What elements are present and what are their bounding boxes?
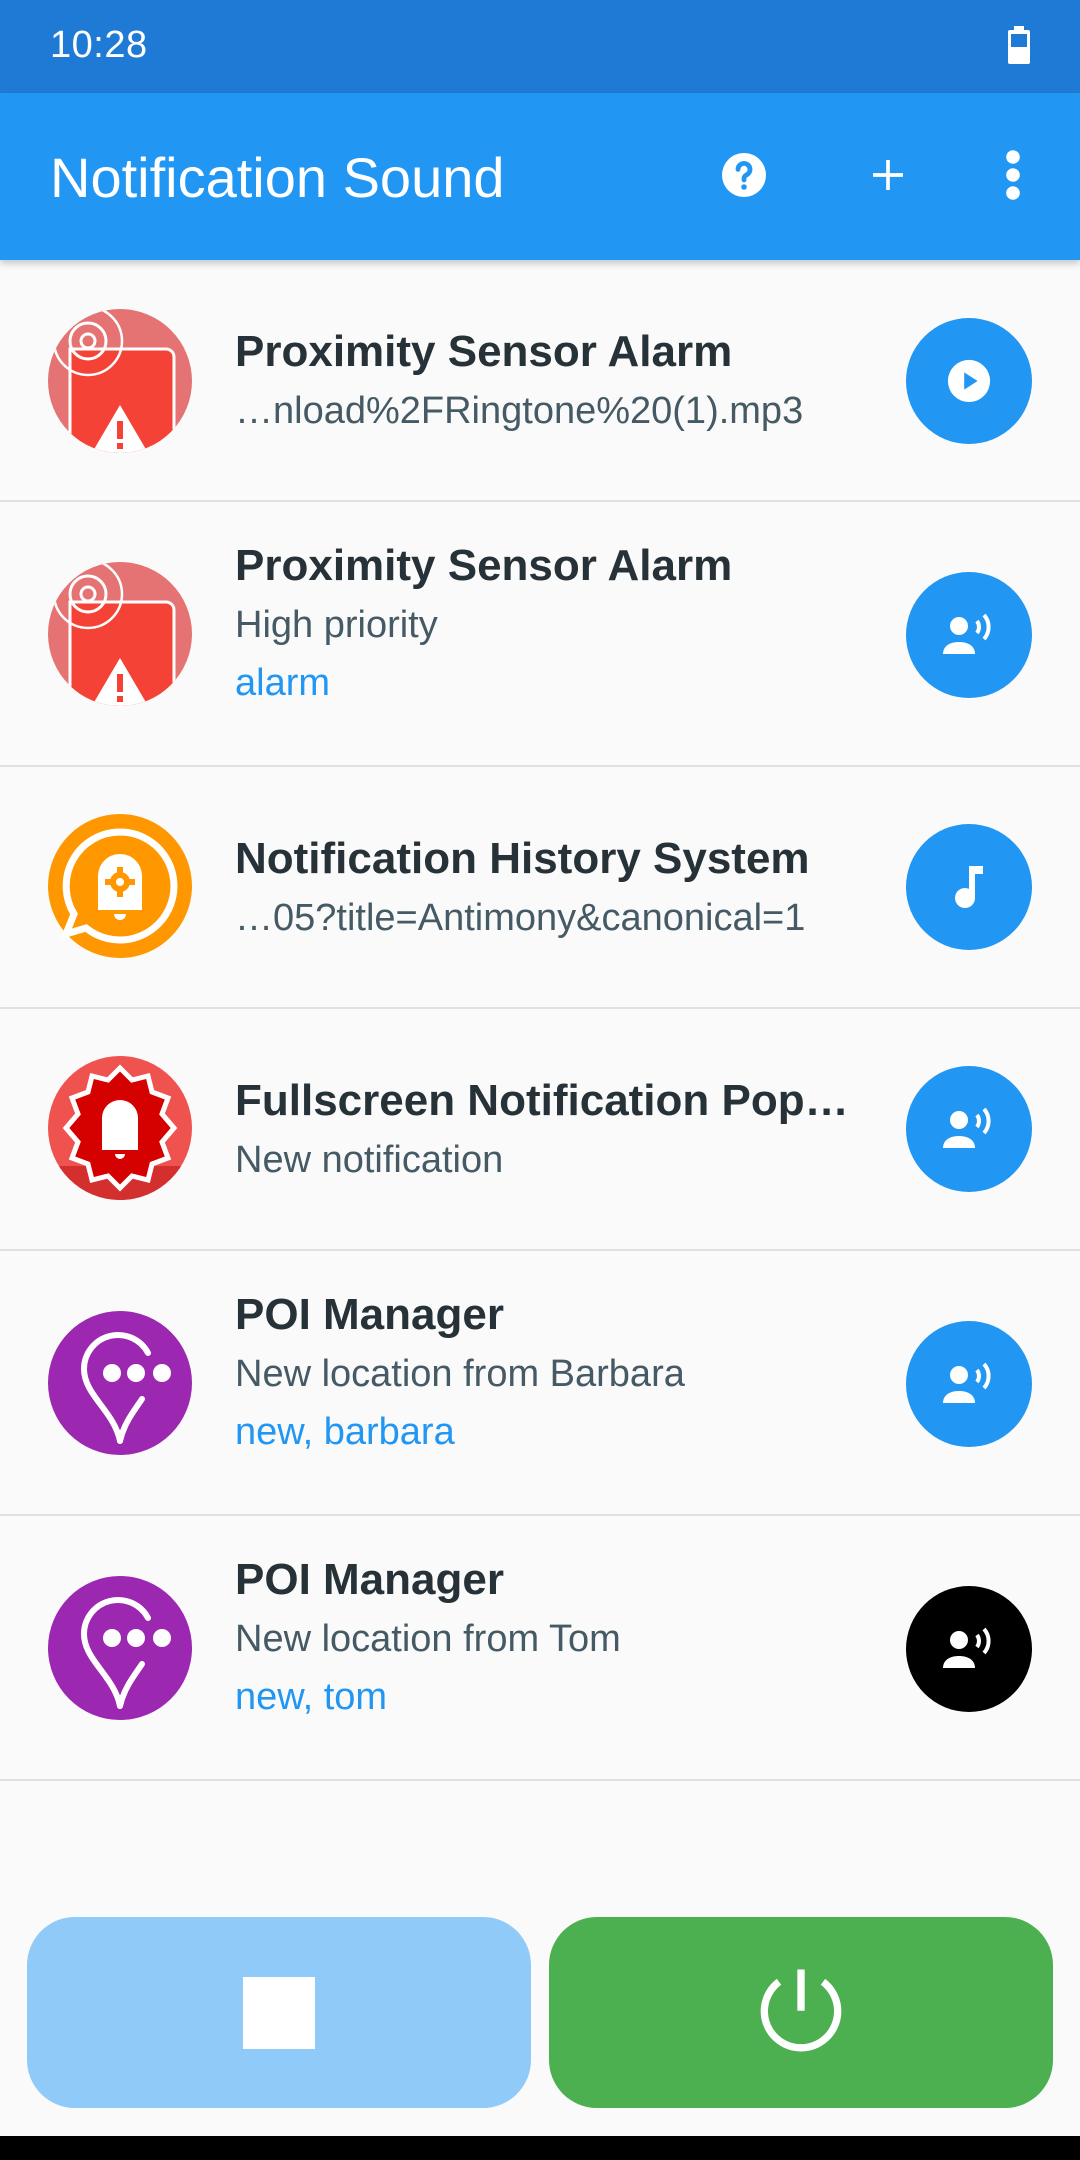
- rule-subtitle: High priority: [235, 604, 438, 646]
- poi-manager-icon: [48, 1576, 192, 1720]
- rule-subtitle: New notification: [235, 1139, 504, 1181]
- speak-person-icon: [943, 1362, 991, 1403]
- rule-row[interactable]: POI Manager New location from Tom new, t…: [0, 1516, 1080, 1781]
- poi-manager-icon: [48, 1311, 192, 1455]
- status-time: 10:28: [50, 24, 148, 66]
- preview-sound-button[interactable]: [906, 318, 1032, 444]
- rule-subtitle: …nload%2FRingtone%20(1).mp3: [235, 390, 804, 432]
- rule-row[interactable]: Fullscreen Notification Pop… New notific…: [0, 1009, 1080, 1251]
- fullscreen-notification-icon: [48, 1056, 192, 1200]
- more-vert-icon: [1006, 150, 1020, 200]
- stop-icon: [243, 1976, 315, 2049]
- rule-subtitle: New location from Barbara: [235, 1353, 685, 1395]
- status-bar: 10:28: [0, 0, 1080, 93]
- proximity-alarm-icon: [48, 562, 192, 706]
- rule-list: Proximity Sensor Alarm …nload%2FRingtone…: [0, 260, 1080, 1781]
- app-title: Notification Sound: [50, 146, 505, 209]
- rule-subtitle: …05?title=Antimony&canonical=1: [235, 897, 806, 939]
- rule-tags: new, tom: [235, 1676, 388, 1718]
- rule-app-name: POI Manager: [235, 1290, 504, 1339]
- music-note-icon: [955, 866, 983, 908]
- more-options-button[interactable]: [971, 133, 1055, 217]
- speak-action-button[interactable]: [906, 1321, 1032, 1447]
- speak-action-button[interactable]: [906, 1066, 1032, 1192]
- speak-person-icon: [943, 1107, 991, 1148]
- rule-app-name: Notification History System: [235, 834, 810, 883]
- power-icon: [760, 1968, 842, 2051]
- add-button[interactable]: [846, 133, 930, 217]
- rule-tags: new, barbara: [235, 1411, 455, 1453]
- rule-app-name: Fullscreen Notification Pop…: [235, 1076, 849, 1125]
- rule-row[interactable]: Proximity Sensor Alarm High priority ala…: [0, 502, 1080, 767]
- plus-icon: [873, 160, 903, 190]
- speak-person-icon: [943, 1627, 991, 1668]
- notification-history-icon: [48, 814, 192, 958]
- battery-icon: [1008, 26, 1030, 64]
- rule-row[interactable]: POI Manager New location from Barbara ne…: [0, 1251, 1080, 1516]
- speak-action-button[interactable]: [906, 1586, 1032, 1712]
- speak-person-icon: [943, 613, 991, 654]
- system-nav-bar: [0, 2136, 1080, 2160]
- rule-app-name: Proximity Sensor Alarm: [235, 327, 733, 376]
- help-button[interactable]: [702, 133, 786, 217]
- speak-action-button[interactable]: [906, 572, 1032, 698]
- rule-row[interactable]: Proximity Sensor Alarm …nload%2FRingtone…: [0, 260, 1080, 502]
- help-circle-icon: [722, 153, 766, 197]
- stop-button[interactable]: [27, 1917, 531, 2108]
- rule-tags: alarm: [235, 662, 331, 704]
- play-circle-icon: [947, 359, 991, 403]
- rule-app-name: POI Manager: [235, 1555, 504, 1604]
- app-bar: Notification Sound: [0, 93, 1080, 260]
- rule-app-name: Proximity Sensor Alarm: [235, 541, 733, 590]
- proximity-alarm-icon: [48, 309, 192, 453]
- rule-subtitle: New location from Tom: [235, 1618, 621, 1660]
- rule-row[interactable]: Notification History System …05?title=An…: [0, 767, 1080, 1009]
- power-toggle-button[interactable]: [549, 1917, 1053, 2108]
- sound-action-button[interactable]: [906, 824, 1032, 950]
